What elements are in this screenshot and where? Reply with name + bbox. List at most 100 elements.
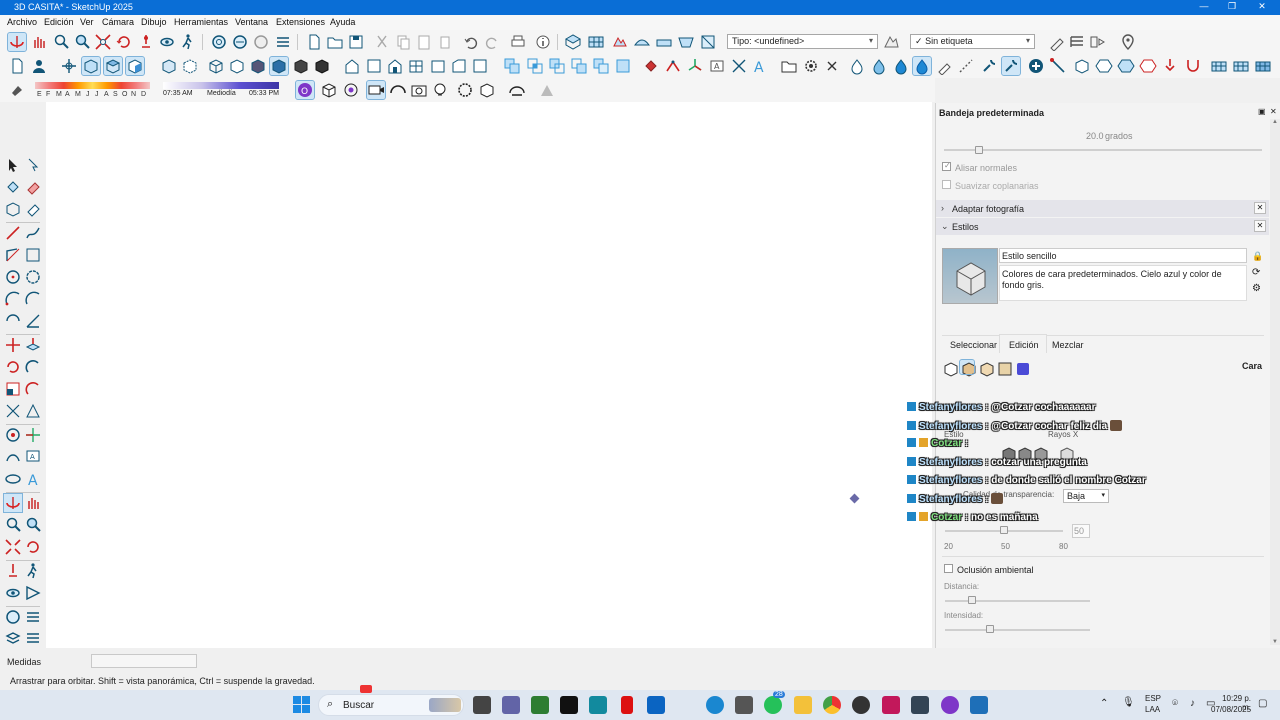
style-solid-icon[interactable] <box>313 57 331 75</box>
update-style-icon[interactable]: ⟳ <box>1252 267 1260 278</box>
close-x-icon[interactable] <box>823 57 841 75</box>
chrome-icon[interactable] <box>823 696 841 714</box>
solid-split-icon[interactable] <box>592 57 610 75</box>
solid-subtract-icon[interactable] <box>548 57 566 75</box>
dimension-tool-icon[interactable] <box>4 448 22 466</box>
style-face-2-icon[interactable] <box>1016 445 1032 462</box>
style-shaded-icon[interactable] <box>249 57 267 75</box>
dotted-line-icon[interactable] <box>957 57 975 75</box>
watermark-settings-icon[interactable] <box>996 360 1012 376</box>
scroll-up-icon[interactable]: ▲ <box>1272 119 1278 125</box>
hex-outline-icon[interactable] <box>1095 57 1113 75</box>
sandbox-flip-icon[interactable] <box>699 33 717 51</box>
look-around-tool-icon[interactable] <box>4 584 22 602</box>
obs-icon[interactable] <box>852 696 870 714</box>
pan-tool-icon[interactable] <box>24 494 42 512</box>
arc-2-icon[interactable] <box>24 290 42 308</box>
save-icon[interactable] <box>347 33 365 51</box>
grey-mountain-icon[interactable] <box>538 81 556 99</box>
pie-icon[interactable] <box>24 312 42 330</box>
orbit-tool-icon[interactable] <box>3 493 23 513</box>
microphone-icon[interactable]: 🎙 <box>1122 697 1135 708</box>
smooth-angle-slider[interactable] <box>974 146 983 154</box>
background-settings-icon[interactable] <box>978 360 994 377</box>
hex-red-icon[interactable] <box>1139 57 1157 75</box>
tab-seleccionar[interactable]: Seleccionar <box>950 340 997 350</box>
style-textures-icon[interactable] <box>269 56 289 76</box>
transparency-quality-select[interactable]: Baja ▾ <box>1063 489 1109 503</box>
zoom-icon[interactable] <box>52 33 70 51</box>
user-icon[interactable] <box>30 57 48 75</box>
purple-circle-icon[interactable]: O <box>295 80 315 100</box>
freehand-icon[interactable] <box>24 224 42 242</box>
paste-icon[interactable] <box>415 33 433 51</box>
material-cube-icon[interactable] <box>478 81 496 99</box>
menu-ayuda[interactable]: Ayuda <box>330 17 355 27</box>
tags-panel-icon[interactable] <box>1068 33 1086 51</box>
wifi-icon[interactable]: ⌾ <box>1172 698 1178 709</box>
scale-arrow-icon[interactable] <box>1049 57 1067 75</box>
style-hiddenline-icon[interactable] <box>228 57 246 75</box>
position-camera-icon[interactable] <box>137 33 155 51</box>
open-icon[interactable] <box>326 33 344 51</box>
component-icon[interactable] <box>4 200 22 218</box>
style-face-3-icon[interactable] <box>1032 445 1048 462</box>
materials-icon[interactable] <box>231 33 249 51</box>
taskbar-search[interactable]: ⌕ Buscar <box>318 694 464 716</box>
warehouse-icon[interactable] <box>252 33 270 51</box>
drop-half-icon[interactable] <box>870 57 888 75</box>
sandbox-smoove-icon[interactable] <box>633 33 651 51</box>
look-around-icon[interactable] <box>158 33 176 51</box>
axes-tool-icon[interactable] <box>24 426 42 444</box>
render-settings-icon[interactable] <box>456 81 474 99</box>
house-view-left-icon[interactable] <box>450 57 468 75</box>
wrench-icon[interactable] <box>980 57 998 75</box>
transparency-slider[interactable] <box>1000 526 1008 534</box>
3d-text-icon[interactable]: A <box>750 57 768 75</box>
tab-mezclar[interactable]: Mezclar <box>1052 340 1084 350</box>
house-view-back-icon[interactable] <box>429 57 447 75</box>
section-tool-icon[interactable] <box>4 470 22 488</box>
house-view-top-icon[interactable] <box>365 57 383 75</box>
style-wireframe-icon[interactable] <box>207 57 225 75</box>
redo-icon[interactable] <box>483 33 501 51</box>
cut-icon[interactable] <box>373 33 391 51</box>
geo-location-icon[interactable] <box>1119 33 1137 51</box>
style-face-icon[interactable] <box>1000 445 1016 462</box>
3d-text-tool-icon[interactable]: A <box>24 470 42 488</box>
intensity-slider[interactable] <box>986 625 994 633</box>
section-estilos[interactable]: ⌄ Estilos ✕ <box>936 218 1269 235</box>
edge-settings-icon[interactable] <box>942 360 958 377</box>
offset-icon[interactable] <box>24 380 42 398</box>
tag-tool-icon[interactable] <box>1048 33 1066 51</box>
text-label-icon[interactable]: A <box>24 448 42 466</box>
type-dropdown[interactable]: Tipo: <undefined> ▾ <box>727 34 878 49</box>
distance-slider[interactable] <box>968 596 976 604</box>
store-icon[interactable] <box>531 696 549 714</box>
scale-icon[interactable] <box>4 380 22 398</box>
entity-info-icon[interactable] <box>882 33 900 51</box>
extensions-2-tool-icon[interactable] <box>24 629 42 647</box>
house-view-bottom-icon[interactable] <box>471 57 489 75</box>
panorama-icon[interactable] <box>389 81 407 99</box>
zoom-window-tool-icon[interactable] <box>24 516 42 534</box>
close-section-icon[interactable]: ✕ <box>1254 220 1266 232</box>
menu-edicion[interactable]: Edición <box>44 17 74 27</box>
walk-icon[interactable] <box>179 33 197 51</box>
follow-me-icon[interactable] <box>664 57 682 75</box>
drop-outline-icon[interactable] <box>848 57 866 75</box>
drop-active-icon[interactable] <box>912 56 932 76</box>
components-icon[interactable] <box>210 33 228 51</box>
house-view-iso-icon[interactable] <box>343 57 361 75</box>
maximize-button[interactable]: ❐ <box>1225 1 1239 12</box>
paint-icon[interactable] <box>4 178 22 196</box>
volume-icon[interactable]: ♪ <box>1190 698 1195 709</box>
style-monochrome-icon[interactable] <box>292 57 310 75</box>
xray-face-icon[interactable] <box>1058 445 1074 462</box>
zoom-window-icon[interactable] <box>73 33 91 51</box>
outlook-icon[interactable] <box>647 696 665 714</box>
tag-color-icon[interactable] <box>1088 33 1106 51</box>
adobe-icon[interactable] <box>882 696 900 714</box>
hex-filled-icon[interactable] <box>1117 57 1135 75</box>
menu-archivo[interactable]: Archivo <box>7 17 37 27</box>
